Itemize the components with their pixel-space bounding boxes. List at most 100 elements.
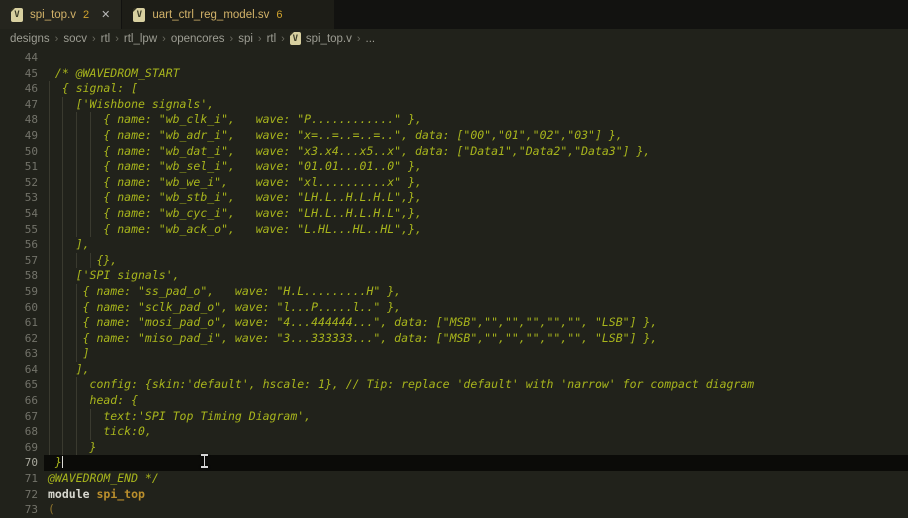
code-text[interactable]: module spi_top xyxy=(48,487,145,503)
line-number[interactable]: 50 xyxy=(0,144,38,160)
code-text[interactable]: { name: "sclk_pad_o", wave: "l...P.....l… xyxy=(48,300,401,316)
code-line[interactable]: 65 config: {skin:'default', hscale: 1}, … xyxy=(0,377,908,393)
code-line[interactable]: 61 { name: "mosi_pad_o", wave: "4...4444… xyxy=(0,315,908,331)
line-number[interactable]: 66 xyxy=(0,393,38,409)
code-text[interactable]: { signal: [ xyxy=(48,81,138,97)
code-line[interactable]: 67 text:'SPI Top Timing Diagram', xyxy=(0,409,908,425)
code-line[interactable]: 63 ] xyxy=(0,346,908,362)
line-number[interactable]: 56 xyxy=(0,237,38,253)
code-line[interactable]: 73 ( xyxy=(0,502,908,518)
code-text[interactable]: { name: "wb_ack_o", wave: "L.HL...HL..HL… xyxy=(48,222,422,238)
line-number[interactable]: 59 xyxy=(0,284,38,300)
line-number[interactable]: 65 xyxy=(0,377,38,393)
code-line[interactable]: 53 { name: "wb_stb_i", wave: "LH.L..H.L.… xyxy=(0,190,908,206)
line-number[interactable]: 68 xyxy=(0,424,38,440)
code-text[interactable]: { name: "wb_adr_i", wave: "x=..=..=..=..… xyxy=(48,128,623,144)
breadcrumb-item-rtl-lpw[interactable]: rtl_lpw xyxy=(122,33,159,45)
code-text[interactable]: { name: "wb_cyc_i", wave: "LH.L..H.L.H.L… xyxy=(48,206,422,222)
code-text[interactable]: tick:0, xyxy=(48,424,152,440)
code-text[interactable]: ] xyxy=(48,346,90,362)
code-text[interactable]: { name: "miso_pad_i", wave: "3...333333.… xyxy=(48,331,657,347)
code-line[interactable]: 66 head: { xyxy=(0,393,908,409)
code-line[interactable]: 68 tick:0, xyxy=(0,424,908,440)
line-number[interactable]: 46 xyxy=(0,81,38,97)
line-number[interactable]: 52 xyxy=(0,175,38,191)
code-text[interactable]: head: { xyxy=(48,393,138,409)
code-text[interactable]: { name: "wb_we_i", wave: "xl..........x"… xyxy=(48,175,422,191)
code-line[interactable]: 59 { name: "ss_pad_o", wave: "H.L.......… xyxy=(0,284,908,300)
code-text[interactable]: ], xyxy=(48,362,90,378)
line-number[interactable]: 58 xyxy=(0,268,38,284)
code-text[interactable]: { name: "wb_dat_i", wave: "x3.x4...x5..x… xyxy=(48,144,650,160)
code-line[interactable]: 46 { signal: [ xyxy=(0,81,908,97)
line-number[interactable]: 51 xyxy=(0,159,38,175)
line-number[interactable]: 48 xyxy=(0,112,38,128)
code-line[interactable]: 54 { name: "wb_cyc_i", wave: "LH.L..H.L.… xyxy=(0,206,908,222)
editor[interactable]: 4445 /* @WAVEDROM_START46 { signal: [47 … xyxy=(0,48,908,518)
line-number[interactable]: 67 xyxy=(0,409,38,425)
code-text[interactable]: /* @WAVEDROM_START xyxy=(48,66,180,82)
line-number[interactable]: 72 xyxy=(0,487,38,503)
code-text[interactable]: config: {skin:'default', hscale: 1}, // … xyxy=(48,377,754,393)
breadcrumb-item-rtl[interactable]: rtl xyxy=(265,33,279,45)
code-text[interactable]: { name: "wb_stb_i", wave: "LH.L..H.L.H.L… xyxy=(48,190,422,206)
code-text[interactable]: ['SPI signals', xyxy=(48,268,180,284)
code-line[interactable]: 69 } xyxy=(0,440,908,456)
code-line[interactable]: 48 { name: "wb_clk_i", wave: "P.........… xyxy=(0,112,908,128)
line-number[interactable]: 61 xyxy=(0,315,38,331)
code-line[interactable]: 45 /* @WAVEDROM_START xyxy=(0,66,908,82)
breadcrumb-item-designs[interactable]: designs xyxy=(8,33,52,45)
breadcrumb-item-spi[interactable]: spi xyxy=(236,33,255,45)
code-text[interactable]: } xyxy=(48,440,96,456)
close-icon[interactable]: ✕ xyxy=(101,8,110,21)
code-line[interactable]: 58 ['SPI signals', xyxy=(0,268,908,284)
line-number[interactable]: 71 xyxy=(0,471,38,487)
line-number[interactable]: 47 xyxy=(0,97,38,113)
breadcrumb-item-spi-top-v[interactable]: Vspi_top.v xyxy=(288,32,354,45)
line-number[interactable]: 63 xyxy=(0,346,38,362)
code-line[interactable]: 57 {}, xyxy=(0,253,908,269)
line-number[interactable]: 62 xyxy=(0,331,38,347)
tab-spi-top[interactable]: V spi_top.v 2 ✕ xyxy=(0,0,121,29)
breadcrumb-item-opencores[interactable]: opencores xyxy=(169,33,227,45)
code-line[interactable]: 52 { name: "wb_we_i", wave: "xl.........… xyxy=(0,175,908,191)
code-text[interactable]: { name: "mosi_pad_o", wave: "4...444444.… xyxy=(48,315,657,331)
code-text[interactable]: { name: "wb_clk_i", wave: "P............… xyxy=(48,112,422,128)
code-text[interactable]: ['Wishbone signals', xyxy=(48,97,214,113)
line-number[interactable]: 45 xyxy=(0,66,38,82)
code-text[interactable]: { name: "wb_sel_i", wave: "01.01...01..0… xyxy=(48,159,422,175)
code-line[interactable]: 62 { name: "miso_pad_i", wave: "3...3333… xyxy=(0,331,908,347)
code-line[interactable]: 55 { name: "wb_ack_o", wave: "L.HL...HL.… xyxy=(0,222,908,238)
line-number[interactable]: 55 xyxy=(0,222,38,238)
line-number[interactable]: 53 xyxy=(0,190,38,206)
code-line[interactable]: 51 { name: "wb_sel_i", wave: "01.01...01… xyxy=(0,159,908,175)
code-line[interactable]: 71 @WAVEDROM_END */ xyxy=(0,471,908,487)
code-line[interactable]: 70 } xyxy=(0,455,908,471)
code-text[interactable]: ( xyxy=(48,502,55,518)
line-number[interactable]: 57 xyxy=(0,253,38,269)
breadcrumb-item-socv[interactable]: socv xyxy=(61,33,89,45)
code-text[interactable]: { name: "ss_pad_o", wave: "H.L.........H… xyxy=(48,284,401,300)
code-line[interactable]: 64 ], xyxy=(0,362,908,378)
breadcrumb-item--[interactable]: ... xyxy=(364,33,378,45)
line-number[interactable]: 73 xyxy=(0,502,38,518)
code-text[interactable]: {}, xyxy=(48,253,117,269)
code-line[interactable]: 50 { name: "wb_dat_i", wave: "x3.x4...x5… xyxy=(0,144,908,160)
line-number[interactable]: 54 xyxy=(0,206,38,222)
code-line[interactable]: 72 module spi_top xyxy=(0,487,908,503)
line-number[interactable]: 69 xyxy=(0,440,38,456)
breadcrumb-item-rtl[interactable]: rtl xyxy=(99,33,113,45)
code-text[interactable]: @WAVEDROM_END */ xyxy=(48,471,159,487)
code-line[interactable]: 56 ], xyxy=(0,237,908,253)
code-line[interactable]: 44 xyxy=(0,50,908,66)
code-line[interactable]: 47 ['Wishbone signals', xyxy=(0,97,908,113)
line-number[interactable]: 64 xyxy=(0,362,38,378)
line-number[interactable]: 49 xyxy=(0,128,38,144)
line-number[interactable]: 70 xyxy=(0,455,38,471)
code-text[interactable]: } xyxy=(48,455,63,471)
code-text[interactable]: ], xyxy=(48,237,90,253)
code-line[interactable]: 60 { name: "sclk_pad_o", wave: "l...P...… xyxy=(0,300,908,316)
tab-uart-ctrl-reg-model[interactable]: V uart_ctrl_reg_model.sv 6 xyxy=(122,0,334,29)
line-number[interactable]: 60 xyxy=(0,300,38,316)
code-line[interactable]: 49 { name: "wb_adr_i", wave: "x=..=..=..… xyxy=(0,128,908,144)
